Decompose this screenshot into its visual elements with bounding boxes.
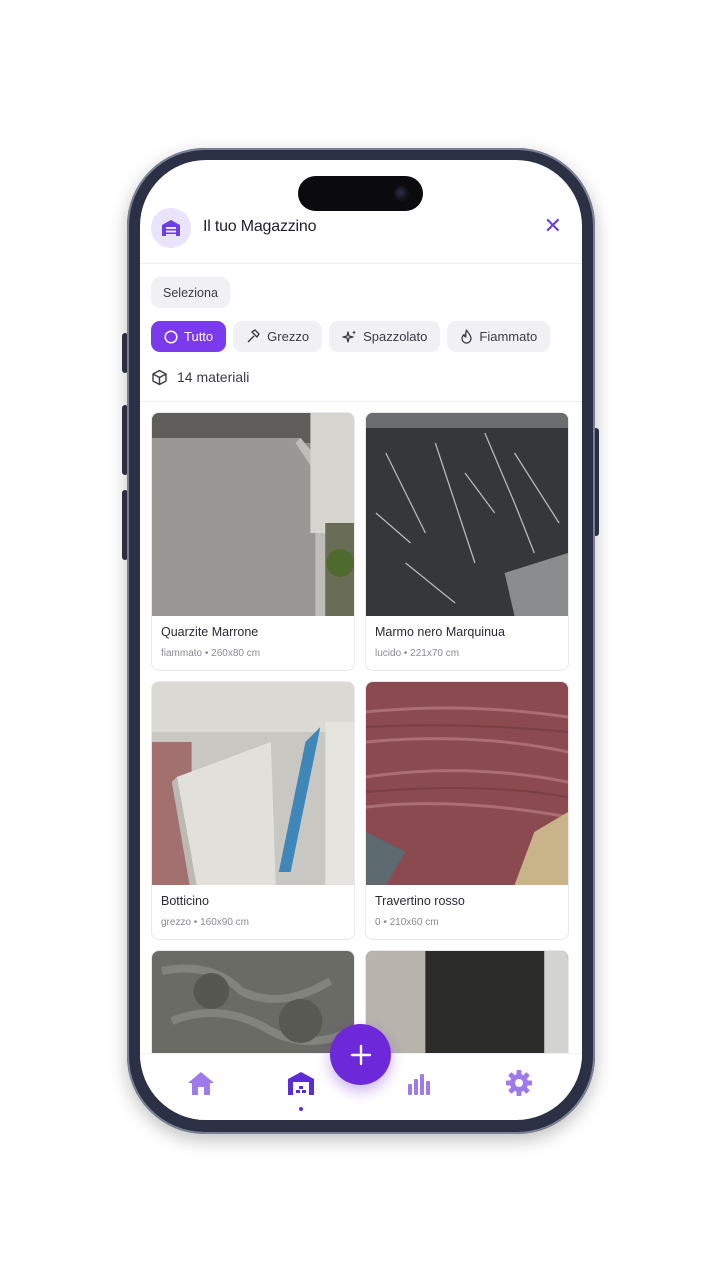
material-name: Marmo nero Marquinua xyxy=(375,625,505,639)
chart-icon[interactable] xyxy=(402,1066,436,1100)
filter-chip-label: Tutto xyxy=(184,329,214,344)
material-name: Travertino rosso xyxy=(375,894,465,908)
material-photo xyxy=(366,682,568,885)
add-material-button[interactable] xyxy=(330,1024,391,1085)
material-card[interactable]: Botticino grezzo • 160x90 cm xyxy=(151,681,355,940)
warehouse-avatar-icon xyxy=(151,208,191,248)
material-card[interactable]: Quarzite Marrone fiammato • 260x80 cm xyxy=(151,412,355,671)
circle-icon xyxy=(164,329,178,344)
material-photo xyxy=(152,682,354,885)
page-title: Il tuo Magazzino xyxy=(203,218,317,235)
filter-chip-label: Grezzo xyxy=(267,329,310,344)
filter-chip-label: Spazzolato xyxy=(363,329,428,344)
filter-chip-tutto[interactable]: Tutto xyxy=(151,321,227,352)
sparkles-icon xyxy=(342,329,357,344)
close-icon[interactable]: ✕ xyxy=(544,214,562,239)
material-meta: lucido • 221x70 cm xyxy=(375,648,460,659)
material-photo xyxy=(366,413,568,616)
settings-icon[interactable] xyxy=(502,1066,536,1100)
home-icon[interactable] xyxy=(184,1066,218,1100)
material-meta: fiammato • 260x80 cm xyxy=(161,648,261,659)
material-name: Quarzite Marrone xyxy=(161,625,259,639)
box-icon xyxy=(151,369,168,386)
dynamic-island xyxy=(298,176,423,211)
filter-chip-spazzolato[interactable]: Spazzolato xyxy=(329,321,441,352)
app-header: Il tuo Magazzino ✕ xyxy=(140,208,582,264)
warehouse-icon[interactable] xyxy=(284,1066,318,1100)
material-count-label: 14 materiali xyxy=(177,369,250,385)
material-meta: 0 • 210x60 cm xyxy=(375,917,439,928)
select-button[interactable]: Seleziona xyxy=(151,277,230,308)
app-screen: Il tuo Magazzino ✕ Seleziona Tutto Grezz… xyxy=(140,160,582,1120)
filter-chip-grezzo[interactable]: Grezzo xyxy=(233,321,323,352)
material-card[interactable]: Travertino rosso 0 • 210x60 cm xyxy=(365,681,569,940)
flame-icon xyxy=(460,329,473,344)
material-photo xyxy=(152,413,354,616)
filter-chips: Tutto Grezzo Spazzolato Fiammato xyxy=(151,321,570,353)
filter-chip-fiammato[interactable]: Fiammato xyxy=(447,321,551,352)
filter-chip-label: Fiammato xyxy=(479,329,538,344)
plus-icon xyxy=(350,1044,371,1065)
active-nav-indicator xyxy=(299,1107,303,1111)
material-meta: grezzo • 160x90 cm xyxy=(161,917,249,928)
hammer-icon xyxy=(246,329,261,344)
material-card[interactable]: Marmo nero Marquinua lucido • 221x70 cm xyxy=(365,412,569,671)
divider xyxy=(140,401,582,402)
material-count: 14 materiali xyxy=(151,365,249,389)
material-name: Botticino xyxy=(161,894,209,908)
